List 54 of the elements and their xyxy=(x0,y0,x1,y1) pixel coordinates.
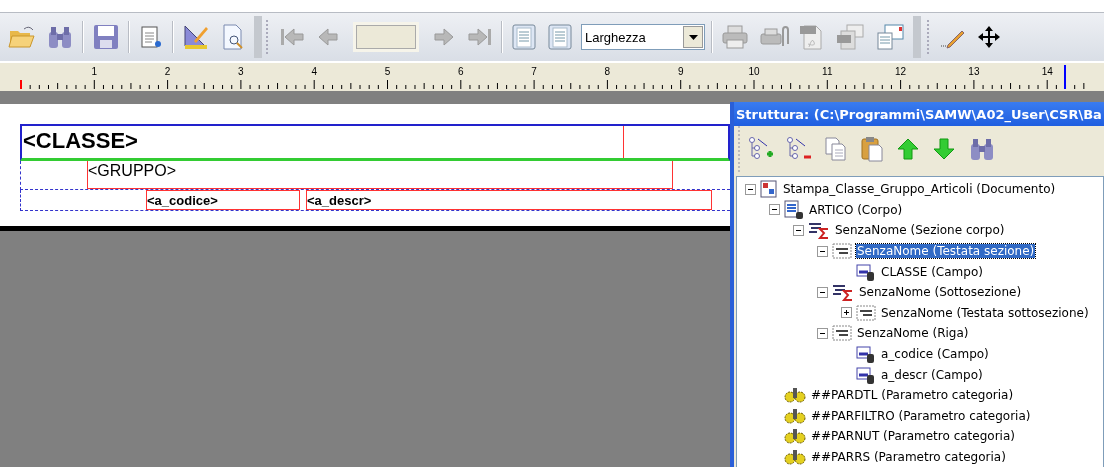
ruler-number: 1 xyxy=(91,66,98,77)
ruler-number: 2 xyxy=(164,66,171,77)
collapse-icon[interactable] xyxy=(745,183,756,195)
tree-item[interactable]: ##PARRS (Parametro categoria) xyxy=(810,450,1007,464)
ruler-number: 12 xyxy=(895,66,907,77)
section-header-icon xyxy=(832,325,852,342)
dropdown-arrow-icon xyxy=(688,34,698,40)
report-field[interactable]: <a_codice> xyxy=(146,190,300,210)
field-icon xyxy=(856,261,876,282)
ruler-number: 10 xyxy=(748,66,760,77)
collapse-icon[interactable] xyxy=(817,245,828,257)
ruler-number: 8 xyxy=(604,66,611,77)
section-header-icon xyxy=(856,304,876,321)
ruler-number: 14 xyxy=(1041,66,1053,77)
ruler-number: 6 xyxy=(458,66,464,77)
report-field[interactable]: <a_descr> xyxy=(306,190,712,210)
collapse-icon[interactable] xyxy=(817,327,828,339)
ruler-number: 7 xyxy=(531,66,537,77)
tree-item[interactable]: ARTICO (Corpo) xyxy=(808,202,904,217)
ruler-number: 3 xyxy=(238,66,244,77)
field-icon xyxy=(856,364,876,385)
section-header-icon xyxy=(832,243,852,260)
tree-item[interactable]: SenzaNome (Testata sottosezione) xyxy=(880,305,1090,320)
tree-item[interactable]: CLASSE (Campo) xyxy=(880,264,984,279)
tree-item[interactable]: ##PARDTL (Parametro categoria) xyxy=(810,388,1015,403)
report-field[interactable]: <GRUPPO> xyxy=(87,161,673,189)
sigma-icon xyxy=(832,283,854,302)
zoom-dropdown[interactable]: Larghezza xyxy=(581,24,705,50)
report-band[interactable]: <CLASSE> xyxy=(20,124,730,161)
tree-item[interactable]: SenzaNome (Riga) xyxy=(856,326,970,341)
report-field[interactable]: <CLASSE> xyxy=(22,126,624,158)
tree-item[interactable]: SenzaNome (Sottosezione) xyxy=(858,285,1023,300)
tree-item[interactable]: a_codice (Campo) xyxy=(880,347,990,362)
page-number-field[interactable] xyxy=(353,22,419,52)
collapse-icon[interactable] xyxy=(793,225,804,236)
tree-item[interactable]: ##PARFILTRO (Parametro categoria) xyxy=(810,408,1032,423)
ruler-number: 9 xyxy=(677,66,684,77)
field-icon xyxy=(856,344,876,365)
ruler-number: 5 xyxy=(384,66,391,77)
tree-item[interactable]: a_descr (Campo) xyxy=(880,367,984,382)
tree-item[interactable]: ##PARNUT (Parametro categoria) xyxy=(810,429,1016,444)
tree-item[interactable]: Stampa_Classe_Gruppo_Articoli (Documento) xyxy=(782,182,1057,197)
ruler-number: 4 xyxy=(311,66,317,77)
expand-icon[interactable] xyxy=(841,307,852,319)
tree-item[interactable]: SenzaNome (Sezione corpo) xyxy=(834,223,1006,238)
collapse-icon[interactable] xyxy=(817,286,828,298)
report-body-icon xyxy=(784,199,804,220)
ruler-number: 11 xyxy=(822,66,833,77)
panel-title: Struttura: (C:\Programmi\SAMW\A02_User\CSR\Ba xyxy=(734,102,1104,126)
ruler-number: 13 xyxy=(968,66,980,77)
sigma-icon xyxy=(808,221,830,240)
collapse-icon[interactable] xyxy=(769,204,780,216)
tree-item[interactable]: SenzaNome (Testata sezione) xyxy=(856,244,1036,259)
document-icon xyxy=(760,180,778,199)
